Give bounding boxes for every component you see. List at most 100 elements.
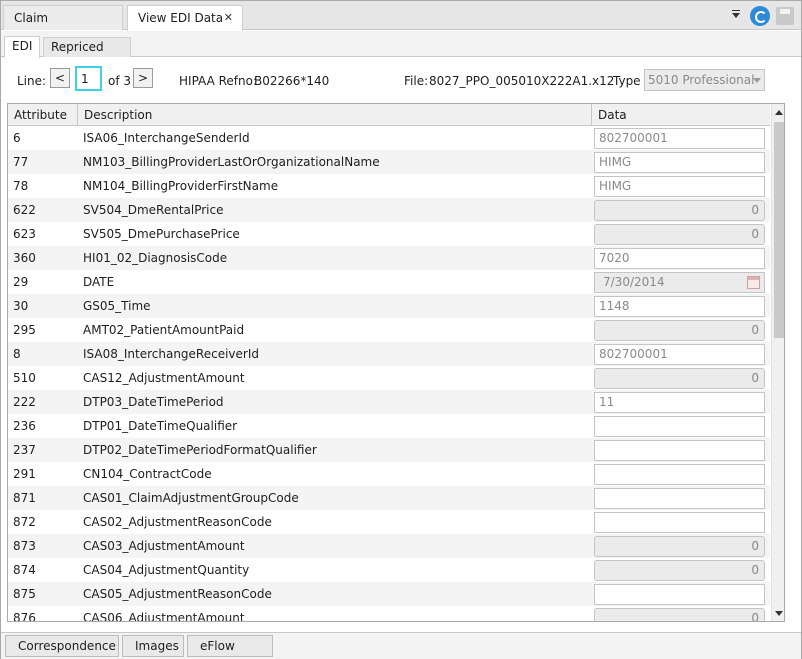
data-field[interactable]: [594, 440, 765, 461]
save-icon[interactable]: [776, 7, 794, 25]
tab-claim-information[interactable]: Claim Information: [3, 5, 123, 49]
attribute-cell: 29: [13, 275, 29, 289]
calendar-icon[interactable]: [747, 276, 760, 289]
description-cell: CN104_ContractCode: [83, 467, 212, 481]
attribute-cell: 78: [13, 179, 29, 193]
data-value: 0: [751, 563, 759, 577]
table-row[interactable]: 77 NM103_BillingProviderLastOrOrganizatio…: [8, 150, 770, 174]
scroll-down-icon[interactable]: [775, 611, 783, 616]
tab-correspondence[interactable]: Correspondence: [5, 635, 119, 657]
table-row[interactable]: 6 ISA06_InterchangeSenderId 802700001: [8, 126, 770, 150]
data-value: 802700001: [599, 131, 668, 145]
data-field[interactable]: 802700001: [594, 344, 765, 365]
data-field[interactable]: [594, 584, 765, 605]
data-field[interactable]: [594, 488, 765, 509]
table-row[interactable]: 360 HI01_02_DiagnosisCode 7020: [8, 246, 770, 270]
top-tab-strip: Claim Information View EDI Data ✕: [1, 1, 801, 49]
table-row[interactable]: 871 CAS01_ClaimAdjustmentGroupCode: [8, 486, 770, 510]
data-field[interactable]: [594, 416, 765, 437]
description-cell: DTP01_DateTimeQualifier: [83, 419, 238, 433]
line-toolbar: Line: < of 3 > HIPAA Refno: B02266*140 F…: [1, 58, 801, 100]
data-field[interactable]: 0: [594, 536, 765, 557]
tab-view-edi-data[interactable]: View EDI Data ✕: [127, 5, 243, 31]
data-field[interactable]: 0: [594, 200, 765, 221]
next-line-button[interactable]: >: [133, 68, 153, 88]
file-value: 8027_PPO_005010X222A1.x12: [429, 74, 615, 88]
attribute-cell: 8: [13, 347, 21, 361]
data-field[interactable]: 0: [594, 560, 765, 581]
description-cell: ISA08_InterchangeReceiverId: [83, 347, 259, 361]
table-row[interactable]: 875 CAS05_AdjustmentReasonCode: [8, 582, 770, 606]
attribute-cell: 872: [13, 515, 36, 529]
tab-label: View EDI Data: [138, 11, 224, 25]
description-cell: CAS02_AdjustmentReasonCode: [83, 515, 272, 529]
table-row[interactable]: 873 CAS03_AdjustmentAmount 0: [8, 534, 770, 558]
table-row[interactable]: 222 DTP03_DateTimePeriod 11: [8, 390, 770, 414]
data-field[interactable]: HIMG: [594, 152, 765, 173]
data-field[interactable]: 7/30/2014: [594, 272, 765, 293]
table-row[interactable]: 623 SV505_DmePurchasePrice 0: [8, 222, 770, 246]
data-value: HIMG: [599, 155, 632, 169]
data-field[interactable]: [594, 464, 765, 485]
column-header-data[interactable]: Data: [592, 104, 770, 126]
table-row[interactable]: 236 DTP01_DateTimeQualifier: [8, 414, 770, 438]
table-row[interactable]: 874 CAS04_AdjustmentQuantity 0: [8, 558, 770, 582]
attribute-cell: 510: [13, 371, 36, 385]
data-field[interactable]: 802700001: [594, 128, 765, 149]
description-cell: SV504_DmeRentalPrice: [83, 203, 224, 217]
data-field[interactable]: 0: [594, 320, 765, 341]
file-label: File:: [404, 74, 429, 88]
description-cell: DTP03_DateTimePeriod: [83, 395, 224, 409]
tab-repriced-edi[interactable]: Repriced EDI: [43, 37, 131, 73]
table-row[interactable]: 510 CAS12_AdjustmentAmount 0: [8, 366, 770, 390]
tab-edi[interactable]: EDI: [4, 36, 40, 58]
table-row[interactable]: 876 CAS06_AdjustmentAmount 0: [8, 606, 770, 622]
table-row[interactable]: 237 DTP02_DateTimePeriodFormatQualifier: [8, 438, 770, 462]
type-select[interactable]: 5010 Professional: [644, 69, 765, 91]
data-field[interactable]: 0: [594, 224, 765, 245]
table-row[interactable]: 291 CN104_ContractCode: [8, 462, 770, 486]
data-value: 7020: [599, 251, 630, 265]
prev-line-button[interactable]: <: [50, 68, 70, 88]
data-field[interactable]: 0: [594, 608, 765, 622]
table-row[interactable]: 78 NM104_BillingProviderFirstName HIMG: [8, 174, 770, 198]
data-value: HIMG: [599, 179, 632, 193]
scrollbar-thumb[interactable]: [774, 122, 784, 338]
data-field[interactable]: 11: [594, 392, 765, 413]
data-field[interactable]: 1148: [594, 296, 765, 317]
close-icon[interactable]: ✕: [224, 6, 233, 30]
attribute-cell: 873: [13, 539, 36, 553]
scroll-up-icon[interactable]: [775, 110, 783, 115]
tab-images[interactable]: Images: [122, 635, 184, 657]
attribute-cell: 623: [13, 227, 36, 241]
attribute-cell: 871: [13, 491, 36, 505]
description-cell: CAS04_AdjustmentQuantity: [83, 563, 250, 577]
attribute-cell: 6: [13, 131, 21, 145]
table-row[interactable]: 8 ISA08_InterchangeReceiverId 802700001: [8, 342, 770, 366]
table-row[interactable]: 872 CAS02_AdjustmentReasonCode: [8, 510, 770, 534]
table-row[interactable]: 622 SV504_DmeRentalPrice 0: [8, 198, 770, 222]
table-row[interactable]: 29 DATE 7/30/2014: [8, 270, 770, 294]
type-label: Type: [613, 74, 641, 88]
edi-data-grid: Attribute Description Data 6 ISA06_Interc…: [7, 103, 785, 622]
attribute-cell: 876: [13, 611, 36, 622]
line-number-input[interactable]: [75, 66, 102, 91]
table-row[interactable]: 295 AMT02_PatientAmountPaid 0: [8, 318, 770, 342]
data-value: 11: [599, 395, 615, 409]
description-cell: DTP02_DateTimePeriodFormatQualifier: [83, 443, 317, 457]
vertical-scrollbar[interactable]: [771, 104, 784, 621]
data-field[interactable]: HIMG: [594, 176, 765, 197]
attribute-cell: 360: [13, 251, 36, 265]
column-header-description[interactable]: Description: [78, 104, 592, 126]
dropdown-icon[interactable]: [731, 10, 742, 21]
refresh-icon[interactable]: [750, 6, 770, 26]
data-field[interactable]: [594, 512, 765, 533]
description-cell: DATE: [83, 275, 115, 289]
table-row[interactable]: 30 GS05_Time 1148: [8, 294, 770, 318]
data-field[interactable]: 7020: [594, 248, 765, 269]
column-header-attribute[interactable]: Attribute: [8, 104, 78, 126]
data-value: 0: [751, 611, 759, 622]
tab-eflow-jobs[interactable]: eFlow Jobs: [187, 635, 273, 657]
description-cell: CAS06_AdjustmentAmount: [83, 611, 245, 622]
data-field[interactable]: 0: [594, 368, 765, 389]
